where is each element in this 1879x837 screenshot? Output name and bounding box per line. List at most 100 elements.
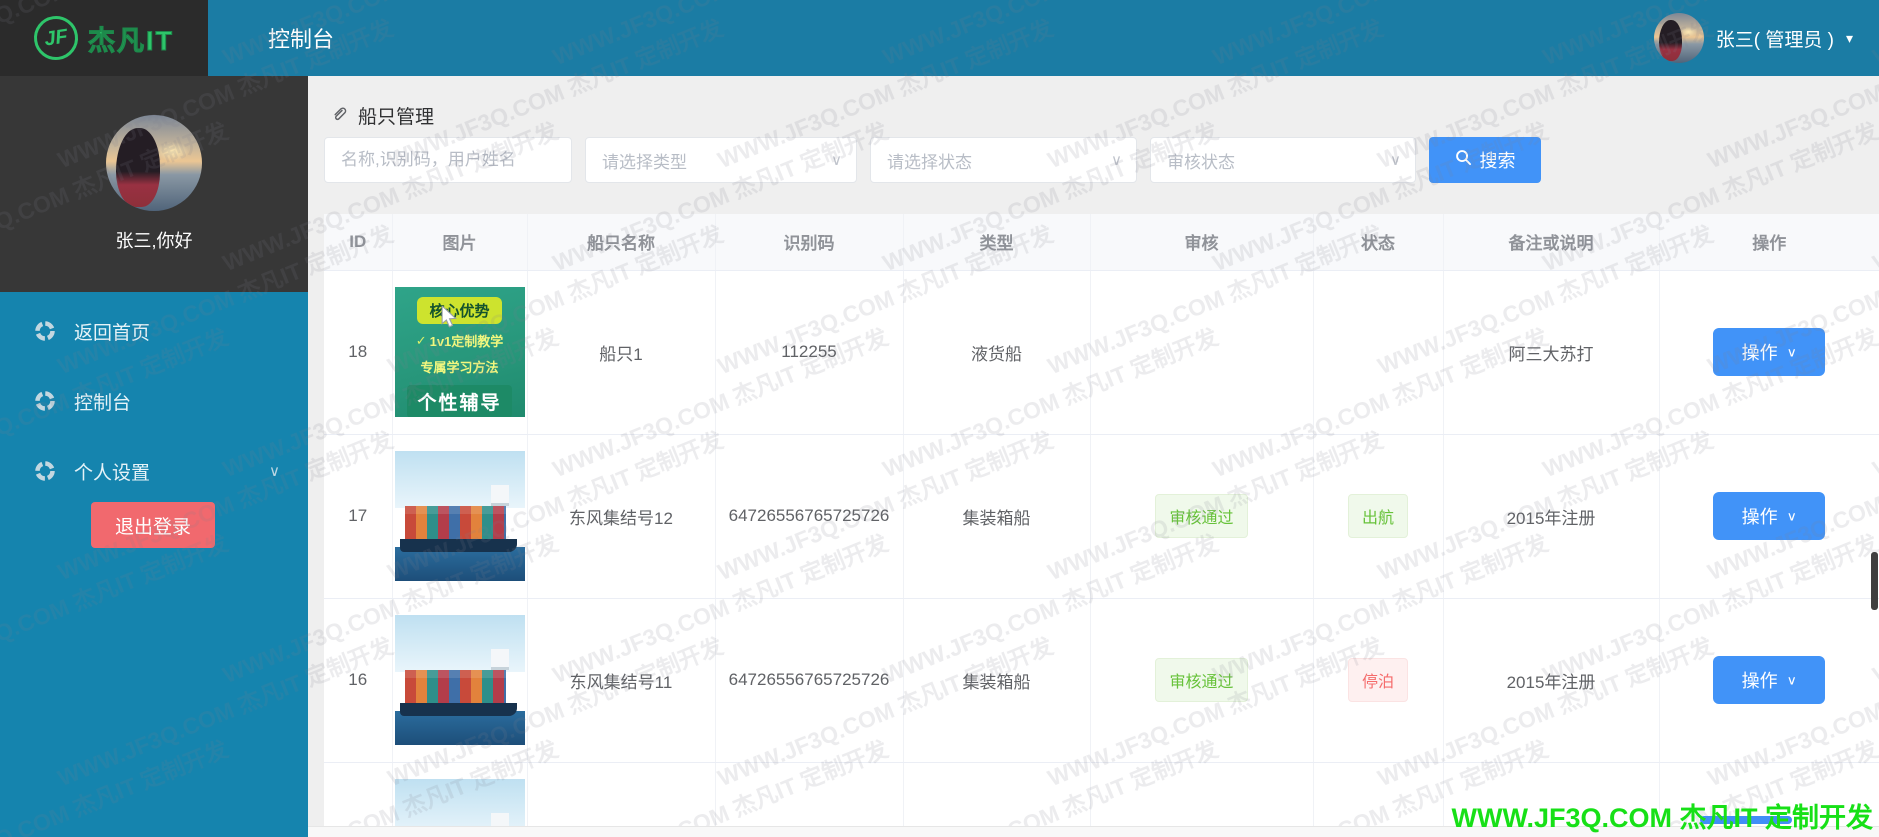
col-header-image: 图片 <box>392 214 528 271</box>
user-name-label: 张三( 管理员 ) <box>1715 29 1834 51</box>
paperclip-icon <box>330 103 349 128</box>
cell-actions: 操作 ∨ <box>1659 598 1879 763</box>
cell-image <box>392 434 528 599</box>
cell-image <box>392 762 528 826</box>
logout-button[interactable]: 退出登录 <box>91 502 215 548</box>
main-content: 船只管理 请选择类型 ∨ 请选择状态 ∨ 审核状态 ∨ 搜索 <box>308 76 1879 837</box>
cell-name: 船只1 <box>527 270 716 435</box>
col-header-status: 状态 <box>1313 214 1444 271</box>
col-header-actions: 操作 <box>1659 214 1879 271</box>
cell-audit: 审核通过 <box>1090 598 1314 763</box>
row-actions-button[interactable]: 操作 ∨ <box>1713 492 1826 540</box>
ring-icon <box>34 320 56 342</box>
cell-remark: 阿三大苏打 <box>1443 270 1660 435</box>
cell-id: 17 <box>324 434 393 599</box>
user-avatar[interactable] <box>1653 13 1704 63</box>
row-actions-label: 操作 <box>1741 671 1778 691</box>
promo-line1: 1v1定制教学 <box>429 334 504 349</box>
ship-photo[interactable] <box>394 615 525 745</box>
cell-image: 核心优势 ✓ 1v1定制教学 专属学习方法 个性辅导 <box>392 270 528 435</box>
ring-icon <box>34 460 56 482</box>
brand-jf-icon: JF <box>31 13 81 63</box>
cell-status <box>1313 270 1444 435</box>
status-badge: 停泊 <box>1347 658 1408 702</box>
col-header-type: 类型 <box>903 214 1091 271</box>
ships-table: ID 图片 船只名称 识别码 类型 审核 状态 备注或说明 操作 18 核心优势… <box>324 214 1879 826</box>
sidebar-item-console[interactable]: 控制台 <box>0 377 308 425</box>
cell-audit <box>1090 270 1314 435</box>
table-row: 17 东风集结号12 64726556765725726 集装箱船 审核通过 出… <box>324 434 1879 599</box>
cell-type: 集装箱船 <box>903 434 1091 599</box>
cell-type: 集装箱船 <box>903 598 1091 763</box>
col-header-code: 识别码 <box>715 214 904 271</box>
chevron-down-icon: ∨ <box>1390 152 1401 169</box>
ship-photo[interactable] <box>394 779 525 826</box>
row-actions-button[interactable]: 操作 ∨ <box>1713 656 1826 704</box>
cell-status <box>1313 762 1444 826</box>
row-actions-label: 操作 <box>1741 343 1778 363</box>
promo-line3: 个性辅导 <box>407 385 512 417</box>
sidebar-item-label: 个人设置 <box>74 462 151 484</box>
chevron-down-icon: ∨ <box>831 152 842 169</box>
cell-remark: 2015年注册 <box>1443 434 1660 599</box>
row-actions-label: 操作 <box>1741 507 1778 527</box>
cell-name: 东风集结号11 <box>527 598 716 763</box>
status-select-placeholder: 请选择状态 <box>887 152 972 172</box>
page-title-text: 船只管理 <box>358 107 435 128</box>
sidebar-item-home[interactable]: 返回首页 <box>0 307 308 355</box>
promo-badge: 核心优势 <box>417 297 502 324</box>
ship-photo[interactable] <box>394 451 525 581</box>
promo-line2: 专属学习方法 <box>420 360 499 375</box>
audit-select-placeholder: 审核状态 <box>1167 152 1235 172</box>
cell-code: 112255 <box>715 270 904 435</box>
status-select[interactable]: 请选择状态 ∨ <box>870 137 1137 183</box>
cell-status: 停泊 <box>1313 598 1444 763</box>
cell-actions: 操作 ∨ <box>1659 270 1879 435</box>
keyword-input[interactable] <box>324 137 572 183</box>
sidebar-item-label: 控制台 <box>74 392 132 414</box>
vertical-scrollbar-thumb[interactable] <box>1871 552 1878 610</box>
type-select-placeholder: 请选择类型 <box>602 152 687 172</box>
page-title: 船只管理 <box>330 102 434 129</box>
row-actions-button[interactable]: 操作 ∨ <box>1713 328 1826 376</box>
cell-audit: 审核通过 <box>1090 434 1314 599</box>
cell-id <box>324 762 393 826</box>
col-header-remark: 备注或说明 <box>1443 214 1660 271</box>
profile-greeting: 张三,你好 <box>115 231 193 251</box>
profile-avatar[interactable] <box>106 115 202 211</box>
check-icon: ✓ <box>415 332 427 348</box>
table-row: 18 核心优势 ✓ 1v1定制教学 专属学习方法 个性辅导 船只1 112255 … <box>324 270 1879 435</box>
col-header-audit: 审核 <box>1090 214 1314 271</box>
search-icon <box>1455 149 1472 171</box>
cell-audit <box>1090 762 1314 826</box>
cell-status: 出航 <box>1313 434 1444 599</box>
audit-badge: 审核通过 <box>1155 494 1248 538</box>
chevron-down-icon: ∨ <box>1786 344 1797 359</box>
cell-name <box>527 762 716 826</box>
search-button-label: 搜索 <box>1479 151 1516 171</box>
col-header-name: 船只名称 <box>527 214 716 271</box>
sidebar-item-label: 返回首页 <box>74 322 151 344</box>
ship-promo-image[interactable]: 核心优势 ✓ 1v1定制教学 专属学习方法 个性辅导 <box>394 287 525 417</box>
brand-name: 杰凡IT <box>88 25 174 56</box>
filter-bar: 请选择类型 ∨ 请选择状态 ∨ 审核状态 ∨ 搜索 <box>324 137 1541 183</box>
type-select[interactable]: 请选择类型 ∨ <box>585 137 857 183</box>
cell-id: 18 <box>324 270 393 435</box>
cell-image <box>392 598 528 763</box>
user-menu[interactable]: 张三( 管理员 ) ▾ <box>1653 0 1853 76</box>
footer-brand-text: WWW.JF3Q.COM 杰凡IT 定制开发 <box>1451 803 1873 833</box>
sidebar-item-settings[interactable]: 个人设置 ∨ <box>0 447 308 495</box>
cell-name: 东风集结号12 <box>527 434 716 599</box>
chevron-down-icon: ∨ <box>269 463 280 480</box>
chevron-down-icon: ∨ <box>1786 672 1797 687</box>
audit-select[interactable]: 审核状态 ∨ <box>1150 137 1416 183</box>
topbar-title: 控制台 <box>268 27 335 52</box>
search-button[interactable]: 搜索 <box>1429 137 1541 183</box>
chevron-down-icon: ∨ <box>1786 508 1797 523</box>
cell-code: 64726556765725726 <box>715 434 904 599</box>
cell-remark: 2015年注册 <box>1443 598 1660 763</box>
table-row: 16 东风集结号11 64726556765725726 集装箱船 审核通过 停… <box>324 598 1879 763</box>
app-logo[interactable]: JF 杰凡IT <box>0 0 208 76</box>
audit-badge: 审核通过 <box>1155 658 1248 702</box>
cell-id: 16 <box>324 598 393 763</box>
